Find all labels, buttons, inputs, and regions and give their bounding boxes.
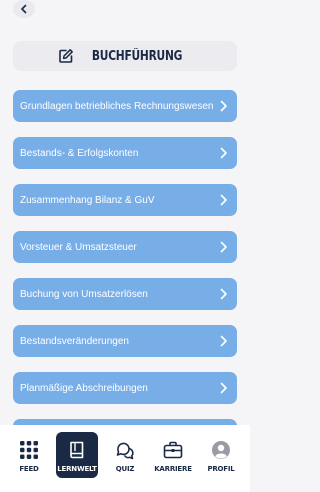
nav-item-karriere[interactable]: KARRIERE: [152, 432, 194, 478]
chevron-left-icon: [21, 4, 27, 14]
grid-icon: [19, 436, 39, 460]
topic-label: Zusammenhang Bilanz & GuV: [20, 194, 155, 206]
chevron-right-icon: [219, 194, 228, 206]
nav-item-profil[interactable]: PROFIL: [200, 432, 242, 478]
nav-item-feed[interactable]: FEED: [8, 432, 50, 478]
topic-item[interactable]: Buchung von Umsatzerlösen: [13, 278, 237, 310]
page-title: BUCHFÜHRUNG: [91, 48, 183, 64]
page-title-card: BUCHFÜHRUNG: [13, 41, 237, 71]
chevron-right-icon: [219, 335, 228, 347]
nav-label: PROFIL: [207, 465, 235, 473]
topic-label: Vorsteuer & Umsatzsteuer: [20, 241, 137, 253]
chevron-right-icon: [219, 288, 228, 300]
nav-label: KARRIERE: [154, 465, 192, 473]
nav-label: FEED: [19, 465, 39, 473]
topic-label: Buchung von Umsatzerlösen: [20, 288, 148, 300]
edit-icon: [59, 49, 73, 63]
topic-item[interactable]: Vorsteuer & Umsatzsteuer: [13, 231, 237, 263]
chevron-right-icon: [219, 241, 228, 253]
topic-item[interactable]: Planmäßige Abschreibungen: [13, 372, 237, 404]
screen: BUCHFÜHRUNG Grundlagen betriebliches Rec…: [0, 0, 250, 492]
topic-item[interactable]: Bestands- & Erfolgskonten: [13, 137, 237, 169]
chevron-right-icon: [219, 147, 228, 159]
topic-item[interactable]: Grundlagen betriebliches Rechnungswesen: [13, 90, 237, 122]
nav-item-lernwelt[interactable]: LERNWELT: [56, 432, 98, 478]
topic-item[interactable]: Bestandsveränderungen: [13, 325, 237, 357]
nav-label: QUIZ: [115, 465, 135, 473]
topic-label: Bestands- & Erfolgskonten: [20, 147, 139, 159]
back-button[interactable]: [13, 0, 35, 18]
book-icon: [67, 436, 87, 460]
chevron-right-icon: [219, 382, 228, 394]
topic-label: Planmäßige Abschreibungen: [20, 382, 148, 394]
topic-item[interactable]: Zusammenhang Bilanz & GuV: [13, 184, 237, 216]
nav-label: LERNWELT: [57, 465, 97, 473]
chevron-right-icon: [219, 100, 228, 112]
topic-label: Grundlagen betriebliches Rechnungswesen: [20, 100, 214, 112]
chat-bubbles-icon: [115, 436, 135, 460]
nav-item-quiz[interactable]: QUIZ: [104, 432, 146, 478]
user-icon: [211, 436, 231, 460]
briefcase-icon: [163, 436, 183, 460]
topic-label: Bestandsveränderungen: [20, 335, 129, 347]
bottom-nav: FEED LERNWELT QUIZ KARRIERE PROFIL: [0, 425, 250, 492]
